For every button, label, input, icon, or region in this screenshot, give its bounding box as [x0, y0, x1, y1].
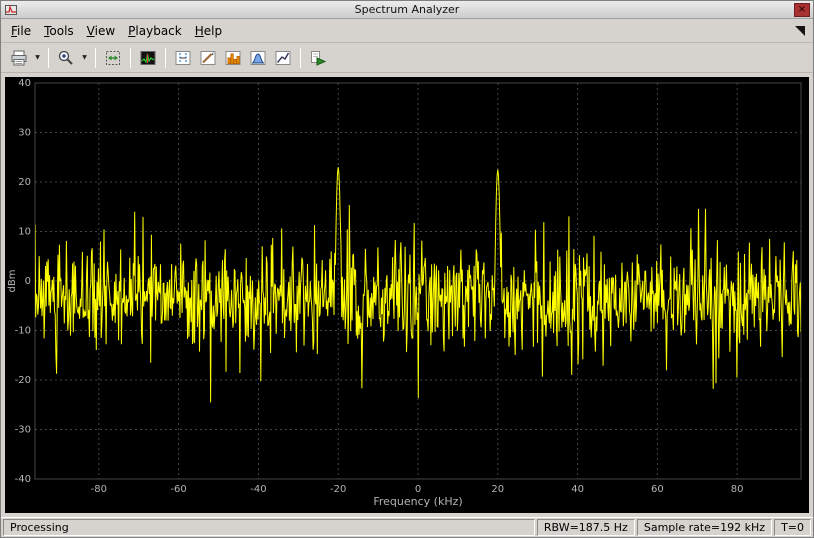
- distortion-measurements-button[interactable]: [221, 46, 245, 70]
- svg-text:10: 10: [18, 227, 31, 238]
- svg-text:-60: -60: [170, 484, 186, 495]
- svg-text:-80: -80: [91, 484, 107, 495]
- svg-text:0: 0: [25, 276, 31, 287]
- plot-area: -80 -60 -40 -20 0 20 40 60 80 40 30 20 10 0 -10 -20 -30 -…: [1, 73, 813, 517]
- status-message: Processing: [3, 519, 535, 536]
- fit-to-view-button[interactable]: [101, 46, 125, 70]
- title-bar: Spectrum Analyzer ×: [1, 1, 813, 19]
- channel-power-icon: [249, 49, 267, 67]
- menu-view[interactable]: View: [83, 21, 124, 41]
- spectrum-analyzer-window: Spectrum Analyzer × File Tools View Play…: [0, 0, 814, 538]
- toolbar: ▼ ▼: [1, 43, 813, 73]
- svg-text:80: 80: [731, 484, 744, 495]
- peak-finder-button[interactable]: [196, 46, 220, 70]
- span-arrows-icon: [104, 49, 122, 67]
- app-icon: [5, 4, 17, 16]
- window-title: Spectrum Analyzer: [1, 3, 813, 16]
- mask-line-icon: [274, 49, 292, 67]
- svg-text:20: 20: [491, 484, 504, 495]
- spectral-mask-button[interactable]: [271, 46, 295, 70]
- close-button[interactable]: ×: [794, 3, 810, 17]
- spectrum-settings-button[interactable]: [136, 46, 160, 70]
- menu-help[interactable]: Help: [191, 21, 231, 41]
- svg-text:-40: -40: [250, 484, 266, 495]
- svg-text:30: 30: [18, 128, 31, 139]
- zoom-dropdown[interactable]: ▼: [79, 46, 90, 70]
- cursor-measurements-button[interactable]: [171, 46, 195, 70]
- menu-bar: File Tools View Playback Help: [1, 19, 813, 43]
- status-sample-rate: Sample rate=192 kHz: [637, 519, 772, 536]
- printer-icon: [10, 49, 28, 67]
- peak-finder-icon: [199, 49, 217, 67]
- svg-text:60: 60: [651, 484, 664, 495]
- menu-playback[interactable]: Playback: [124, 21, 191, 41]
- toolbar-separator: [48, 48, 49, 68]
- svg-text:20: 20: [18, 177, 31, 188]
- zoom-button[interactable]: [54, 46, 78, 70]
- toolbar-separator: [300, 48, 301, 68]
- dock-arrow-icon[interactable]: [795, 26, 805, 36]
- svg-text:-10: -10: [15, 326, 31, 337]
- step-forward-icon: [309, 49, 327, 67]
- channel-measurements-button[interactable]: [246, 46, 270, 70]
- histogram-icon: [224, 49, 242, 67]
- spectrum-plot[interactable]: -80 -60 -40 -20 0 20 40 60 80 40 30 20 10 0 -10 -20 -30 -…: [5, 77, 809, 513]
- svg-text:-30: -30: [15, 425, 31, 436]
- status-rbw: RBW=187.5 Hz: [537, 519, 635, 536]
- toolbar-separator: [130, 48, 131, 68]
- status-bar: Processing RBW=187.5 Hz Sample rate=192 …: [1, 517, 813, 537]
- spectrum-icon: [139, 49, 157, 67]
- svg-text:-40: -40: [15, 474, 31, 485]
- svg-text:40: 40: [571, 484, 584, 495]
- svg-text:dBm: dBm: [7, 270, 18, 293]
- magnifier-plus-icon: [57, 49, 75, 67]
- toolbar-separator: [165, 48, 166, 68]
- status-time: T=0: [774, 519, 811, 536]
- svg-text:40: 40: [18, 78, 31, 89]
- svg-text:Frequency (kHz): Frequency (kHz): [373, 495, 462, 508]
- cursors-icon: [174, 49, 192, 67]
- menu-tools[interactable]: Tools: [40, 21, 83, 41]
- toolbar-separator: [95, 48, 96, 68]
- svg-text:-20: -20: [330, 484, 346, 495]
- step-forward-button[interactable]: [306, 46, 330, 70]
- print-export-dropdown[interactable]: ▼: [32, 46, 43, 70]
- svg-text:-20: -20: [15, 375, 31, 386]
- svg-text:0: 0: [415, 484, 421, 495]
- print-export-button[interactable]: [7, 46, 31, 70]
- menu-file[interactable]: File: [7, 21, 40, 41]
